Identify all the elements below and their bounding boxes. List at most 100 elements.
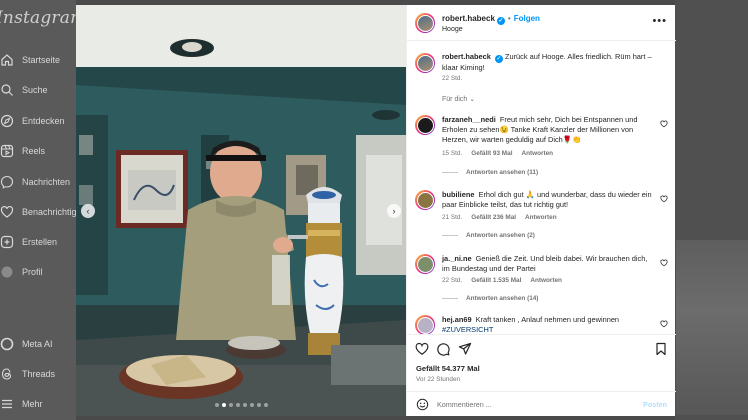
author-username[interactable]: robert.habeck: [442, 14, 495, 23]
post-photo: ‹ ›: [76, 5, 406, 416]
view-replies-label: Antworten ansehen (11): [466, 169, 539, 176]
follow-button[interactable]: Folgen: [514, 14, 540, 23]
comment-text: farzaneh__nedi Freut mich sehr, Dich bei…: [442, 115, 652, 145]
view-replies-button[interactable]: Antworten ansehen (11): [442, 169, 538, 176]
sidebar-item-label: Suche: [22, 85, 48, 95]
likes-count[interactable]: Gefällt 54.377 Mal: [416, 364, 480, 373]
carousel-dot: [263, 403, 268, 407]
comment-meta: 21 Std. Gefällt 236 Mal Antworten: [442, 214, 566, 221]
like-comment-icon[interactable]: [660, 195, 668, 203]
more-options-icon[interactable]: •••: [652, 15, 667, 27]
sidebar-item-more[interactable]: Mehr: [0, 393, 43, 415]
meta-ai-icon: [0, 337, 14, 351]
view-replies-button[interactable]: Antworten ansehen (2): [442, 232, 535, 239]
commenter-avatar[interactable]: [415, 254, 435, 274]
view-replies-label: Antworten ansehen (14): [466, 295, 539, 302]
like-icon[interactable]: [415, 342, 429, 356]
verified-badge-icon: ✓: [494, 55, 503, 63]
sidebar-item-explore[interactable]: Entdecken: [0, 110, 65, 132]
avatar-icon: [0, 265, 14, 279]
background-thumbnail: [676, 240, 748, 415]
comment-likes[interactable]: Gefällt 236 Mal: [471, 214, 516, 221]
comment-time: 21 Std.: [442, 214, 463, 221]
sidebar-item-label: Entdecken: [22, 116, 65, 126]
sidebar-item-reels[interactable]: Reels: [0, 140, 45, 162]
emoji-icon[interactable]: [416, 398, 429, 411]
bookmark-icon[interactable]: [654, 342, 668, 356]
post-comment-button[interactable]: Posten: [643, 400, 667, 409]
for-you-label: Für dich: [442, 96, 468, 103]
comment-username[interactable]: hej.an69: [442, 315, 472, 324]
reply-button[interactable]: Antworten: [530, 277, 562, 284]
sidebar-item-meta-ai[interactable]: Meta AI: [0, 333, 53, 355]
author-avatar[interactable]: [415, 53, 435, 73]
comment-text: ja._ni.ne Genieß die Zeit. Und bleib dab…: [442, 254, 652, 274]
post-modal: ‹ › robert.habeck ✓ • Folgen Hooge ••• robe…: [76, 5, 676, 416]
carousel-dot: [242, 403, 247, 407]
sidebar-item-profile[interactable]: Profil: [0, 261, 43, 283]
view-replies-label: Antworten ansehen (2): [466, 232, 535, 239]
chevron-down-icon: ⌄: [469, 96, 476, 103]
instagram-logo[interactable]: Instagram: [0, 8, 86, 28]
author-avatar[interactable]: [415, 13, 435, 33]
carousel-dot: [228, 403, 233, 407]
sidebar-item-label: Threads: [22, 369, 56, 379]
caption-text: robert.habeck ✓ Zurück auf Hooge. Alles f…: [442, 52, 652, 73]
carousel-prev-button[interactable]: ‹: [81, 204, 95, 218]
sidebar-item-home[interactable]: Startseite: [0, 49, 60, 71]
carousel-next-button[interactable]: ›: [387, 204, 401, 218]
reply-button[interactable]: Antworten: [525, 214, 557, 221]
comment-text: bubiliene Erhol dich gut 🙏 und wunderbar…: [442, 190, 652, 210]
comment-composer: Posten: [407, 391, 676, 417]
commenter-avatar[interactable]: [415, 190, 435, 210]
sidebar-item-label: Startseite: [22, 55, 61, 65]
view-replies-button[interactable]: Antworten ansehen (14): [442, 295, 538, 302]
sidebar-item-search[interactable]: Suche: [0, 79, 48, 101]
comment-username[interactable]: bubiliene: [442, 190, 474, 199]
comment-time: 22 Std.: [442, 277, 463, 284]
home-icon: [0, 53, 14, 67]
sidebar-item-label: Mehr: [22, 399, 43, 409]
sidebar-item-threads[interactable]: Threads: [0, 363, 55, 385]
messenger-icon: [0, 175, 14, 189]
like-comment-icon[interactable]: [660, 259, 668, 267]
commenter-avatar[interactable]: [415, 315, 435, 334]
for-you-dropdown[interactable]: Für dich ⌄: [442, 95, 475, 103]
comments-scroll[interactable]: robert.habeck ✓ Zurück auf Hooge. Alles f…: [407, 42, 676, 334]
caption-meta: 22 Std.: [442, 75, 471, 82]
commenter-avatar[interactable]: [415, 115, 435, 135]
carousel-dot: [256, 403, 261, 407]
post-actions: Gefällt 54.377 Mal Vor 22 Stunden Posten: [407, 334, 676, 416]
author-line: robert.habeck ✓ • Folgen: [442, 14, 540, 25]
post-header: robert.habeck ✓ • Folgen Hooge •••: [407, 5, 676, 41]
verified-badge-icon: ✓: [496, 17, 505, 25]
like-comment-icon[interactable]: [660, 320, 668, 328]
sidebar-item-label: Profil: [22, 267, 43, 277]
sidebar-item-label: Reels: [22, 146, 46, 156]
reels-icon: [0, 144, 14, 158]
carousel-dots: [76, 403, 406, 407]
comment-icon[interactable]: [436, 342, 450, 356]
comment-likes[interactable]: Gefällt 1.535 Mal: [471, 277, 521, 284]
comment-input[interactable]: [437, 397, 627, 412]
carousel-dot: [235, 403, 240, 407]
compass-icon: [0, 114, 14, 128]
share-icon[interactable]: [458, 342, 472, 356]
comment-meta: 22 Std. Gefällt 1.535 Mal Antworten: [442, 277, 571, 284]
caption-username[interactable]: robert.habeck: [442, 52, 491, 61]
comment-username[interactable]: ja._ni.ne: [442, 254, 472, 263]
comment-body: Genieß die Zeit. Und bleib dabei. Wir br…: [442, 254, 648, 273]
menu-icon: [0, 397, 14, 411]
carousel-dot: [221, 403, 226, 407]
separator-dot: •: [507, 14, 511, 23]
comment-likes[interactable]: Gefällt 93 Mal: [471, 150, 512, 157]
post-location[interactable]: Hooge: [442, 26, 463, 33]
sidebar-item-messages[interactable]: Nachrichten: [0, 171, 70, 193]
heart-icon: [0, 205, 14, 219]
like-comment-icon[interactable]: [660, 120, 668, 128]
reply-button[interactable]: Antworten: [521, 150, 553, 157]
caption-time: 22 Std.: [442, 75, 463, 82]
comment-username[interactable]: farzaneh__nedi: [442, 115, 496, 124]
comment-hashtag[interactable]: #ZUVERSICHT: [442, 325, 493, 334]
sidebar-item-create[interactable]: Erstellen: [0, 231, 57, 253]
